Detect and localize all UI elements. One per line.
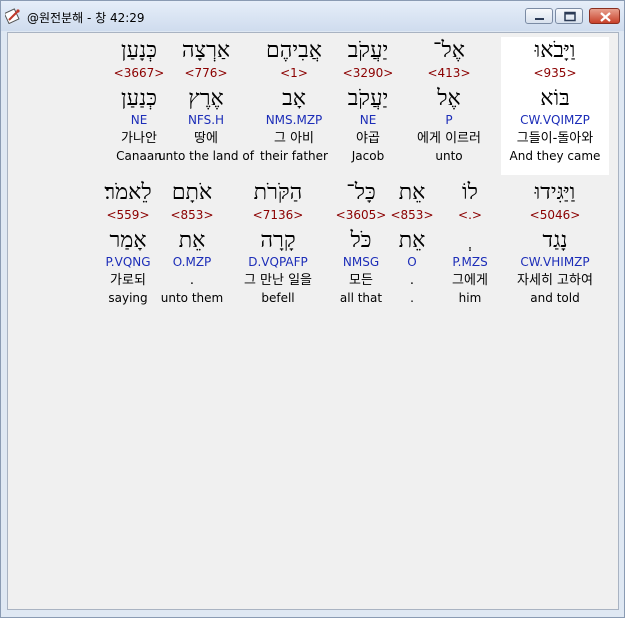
english-gloss: befell <box>261 291 295 305</box>
lemma-word: כְּנַעַן <box>121 86 157 111</box>
window-title: @원전분해 - 창 42:29 <box>27 11 145 25</box>
word-cell[interactable]: וַיָּבֹאוּ <935> בּוֹא CW.VQIMZP 그들이-돌아와 And … <box>501 37 609 175</box>
status-bar <box>7 610 619 616</box>
english-gloss: their father <box>260 149 328 163</box>
word-cell[interactable]: לֵאמֹר׃ <559> אָמַר P.VQNG 가로되 saying <box>83 179 173 317</box>
english-gloss: and told <box>530 291 580 305</box>
hebrew-word: כָּל־ <box>346 180 376 205</box>
hebrew-word: וַיַּגִּידוּ <box>534 180 576 205</box>
lemma-word: נָגַד <box>542 228 568 253</box>
app-window: @원전분해 - 창 42:29 וַיָּבֹאוּ <935> בּוֹא CW.V… <box>0 0 625 618</box>
hebrew-word: וַיָּבֹאוּ <box>534 38 576 63</box>
morphology-code: P.VQNG <box>105 255 151 269</box>
analysis-panel: וַיָּבֹאוּ <935> בּוֹא CW.VQIMZP 그들이-돌아와 And … <box>7 32 619 610</box>
lemma-word: קָרָה <box>260 228 296 253</box>
morphology-code: P <box>445 113 453 127</box>
lemma-word: אָב <box>282 86 306 111</box>
word-cell[interactable]: וַיַּגִּידוּ <5046> נָגַד CW.VHIMZP 자세히 고하여 a… <box>503 179 607 317</box>
minimize-button[interactable] <box>525 8 553 24</box>
strong-number: <935> <box>533 66 577 80</box>
word-cell[interactable]: הַקֹּרֹת <7136> קָרָה D.VQPAFP 그 만난 일을 befell <box>233 179 323 317</box>
minimize-icon <box>535 18 544 20</box>
english-gloss: all that <box>339 291 383 305</box>
korean-gloss: 가로되 <box>110 273 146 288</box>
lemma-word: בּוֹא <box>540 86 570 111</box>
lemma-word: כֹּל <box>350 228 372 253</box>
korean-gloss: 자세히 고하여 <box>517 273 593 288</box>
korean-gloss: 모든 <box>349 273 373 288</box>
word-cell[interactable]: כְּנָעַן <3667> כְּנַעַן NE 가나안 Canaan <box>94 37 184 175</box>
morphology-code: CW.VHIMZP <box>520 255 590 269</box>
korean-gloss: 그 아비 <box>273 131 314 146</box>
hebrew-word: לֵאמֹר׃ <box>104 180 152 205</box>
morphology-code: CW.VQIMZP <box>520 113 590 127</box>
lemma-word: אֶל <box>437 86 461 111</box>
hebrew-word: הַקֹּרֹת <box>253 180 303 205</box>
strong-number: <559> <box>106 208 150 222</box>
close-button[interactable] <box>589 8 620 24</box>
morphology-code: NE <box>130 113 148 127</box>
title-bar[interactable]: @원전분해 - 창 42:29 <box>1 1 624 31</box>
strong-number: <1> <box>280 66 308 80</box>
word-cell[interactable]: אֲבִיהֶם <1> אָב NMS.MZP 그 아비 their father <box>249 37 339 175</box>
maximize-icon <box>564 11 576 22</box>
morphology-code: NMSG <box>342 255 380 269</box>
app-icon <box>3 8 21 25</box>
strong-number: <7136> <box>252 208 304 222</box>
english-gloss: unto <box>435 149 463 163</box>
korean-gloss: 에게 이르러 <box>417 131 481 146</box>
maximize-button[interactable] <box>555 8 583 24</box>
strong-number: <5046> <box>529 208 581 222</box>
strong-number: <3605> <box>335 208 387 222</box>
english-gloss: And they came <box>509 149 601 163</box>
word-cell[interactable]: אֶל־ <413> אֶל P 에게 이르러 unto <box>404 37 494 175</box>
close-icon <box>600 12 611 22</box>
korean-gloss: 그들이-돌아와 <box>516 131 594 146</box>
english-gloss: saying <box>108 291 148 305</box>
hebrew-word: אֶל־ <box>433 38 465 63</box>
morphology-code: D.VQPAFP <box>248 255 308 269</box>
word-cell[interactable]: כָּל־ <3605> כֹּל NMSG 모든 all that <box>316 179 406 317</box>
hebrew-word: כְּנָעַן <box>121 38 157 63</box>
hebrew-word: אֲבִיהֶם <box>266 38 322 63</box>
korean-gloss: 가나안 <box>121 131 157 146</box>
korean-gloss: 그 만난 일을 <box>243 273 313 288</box>
morphology-code: NMS.MZP <box>265 113 323 127</box>
strong-number: <3667> <box>113 66 165 80</box>
english-gloss: Canaan <box>116 149 162 163</box>
lemma-word: אָמַר <box>109 228 147 253</box>
strong-number: <413> <box>427 66 471 80</box>
